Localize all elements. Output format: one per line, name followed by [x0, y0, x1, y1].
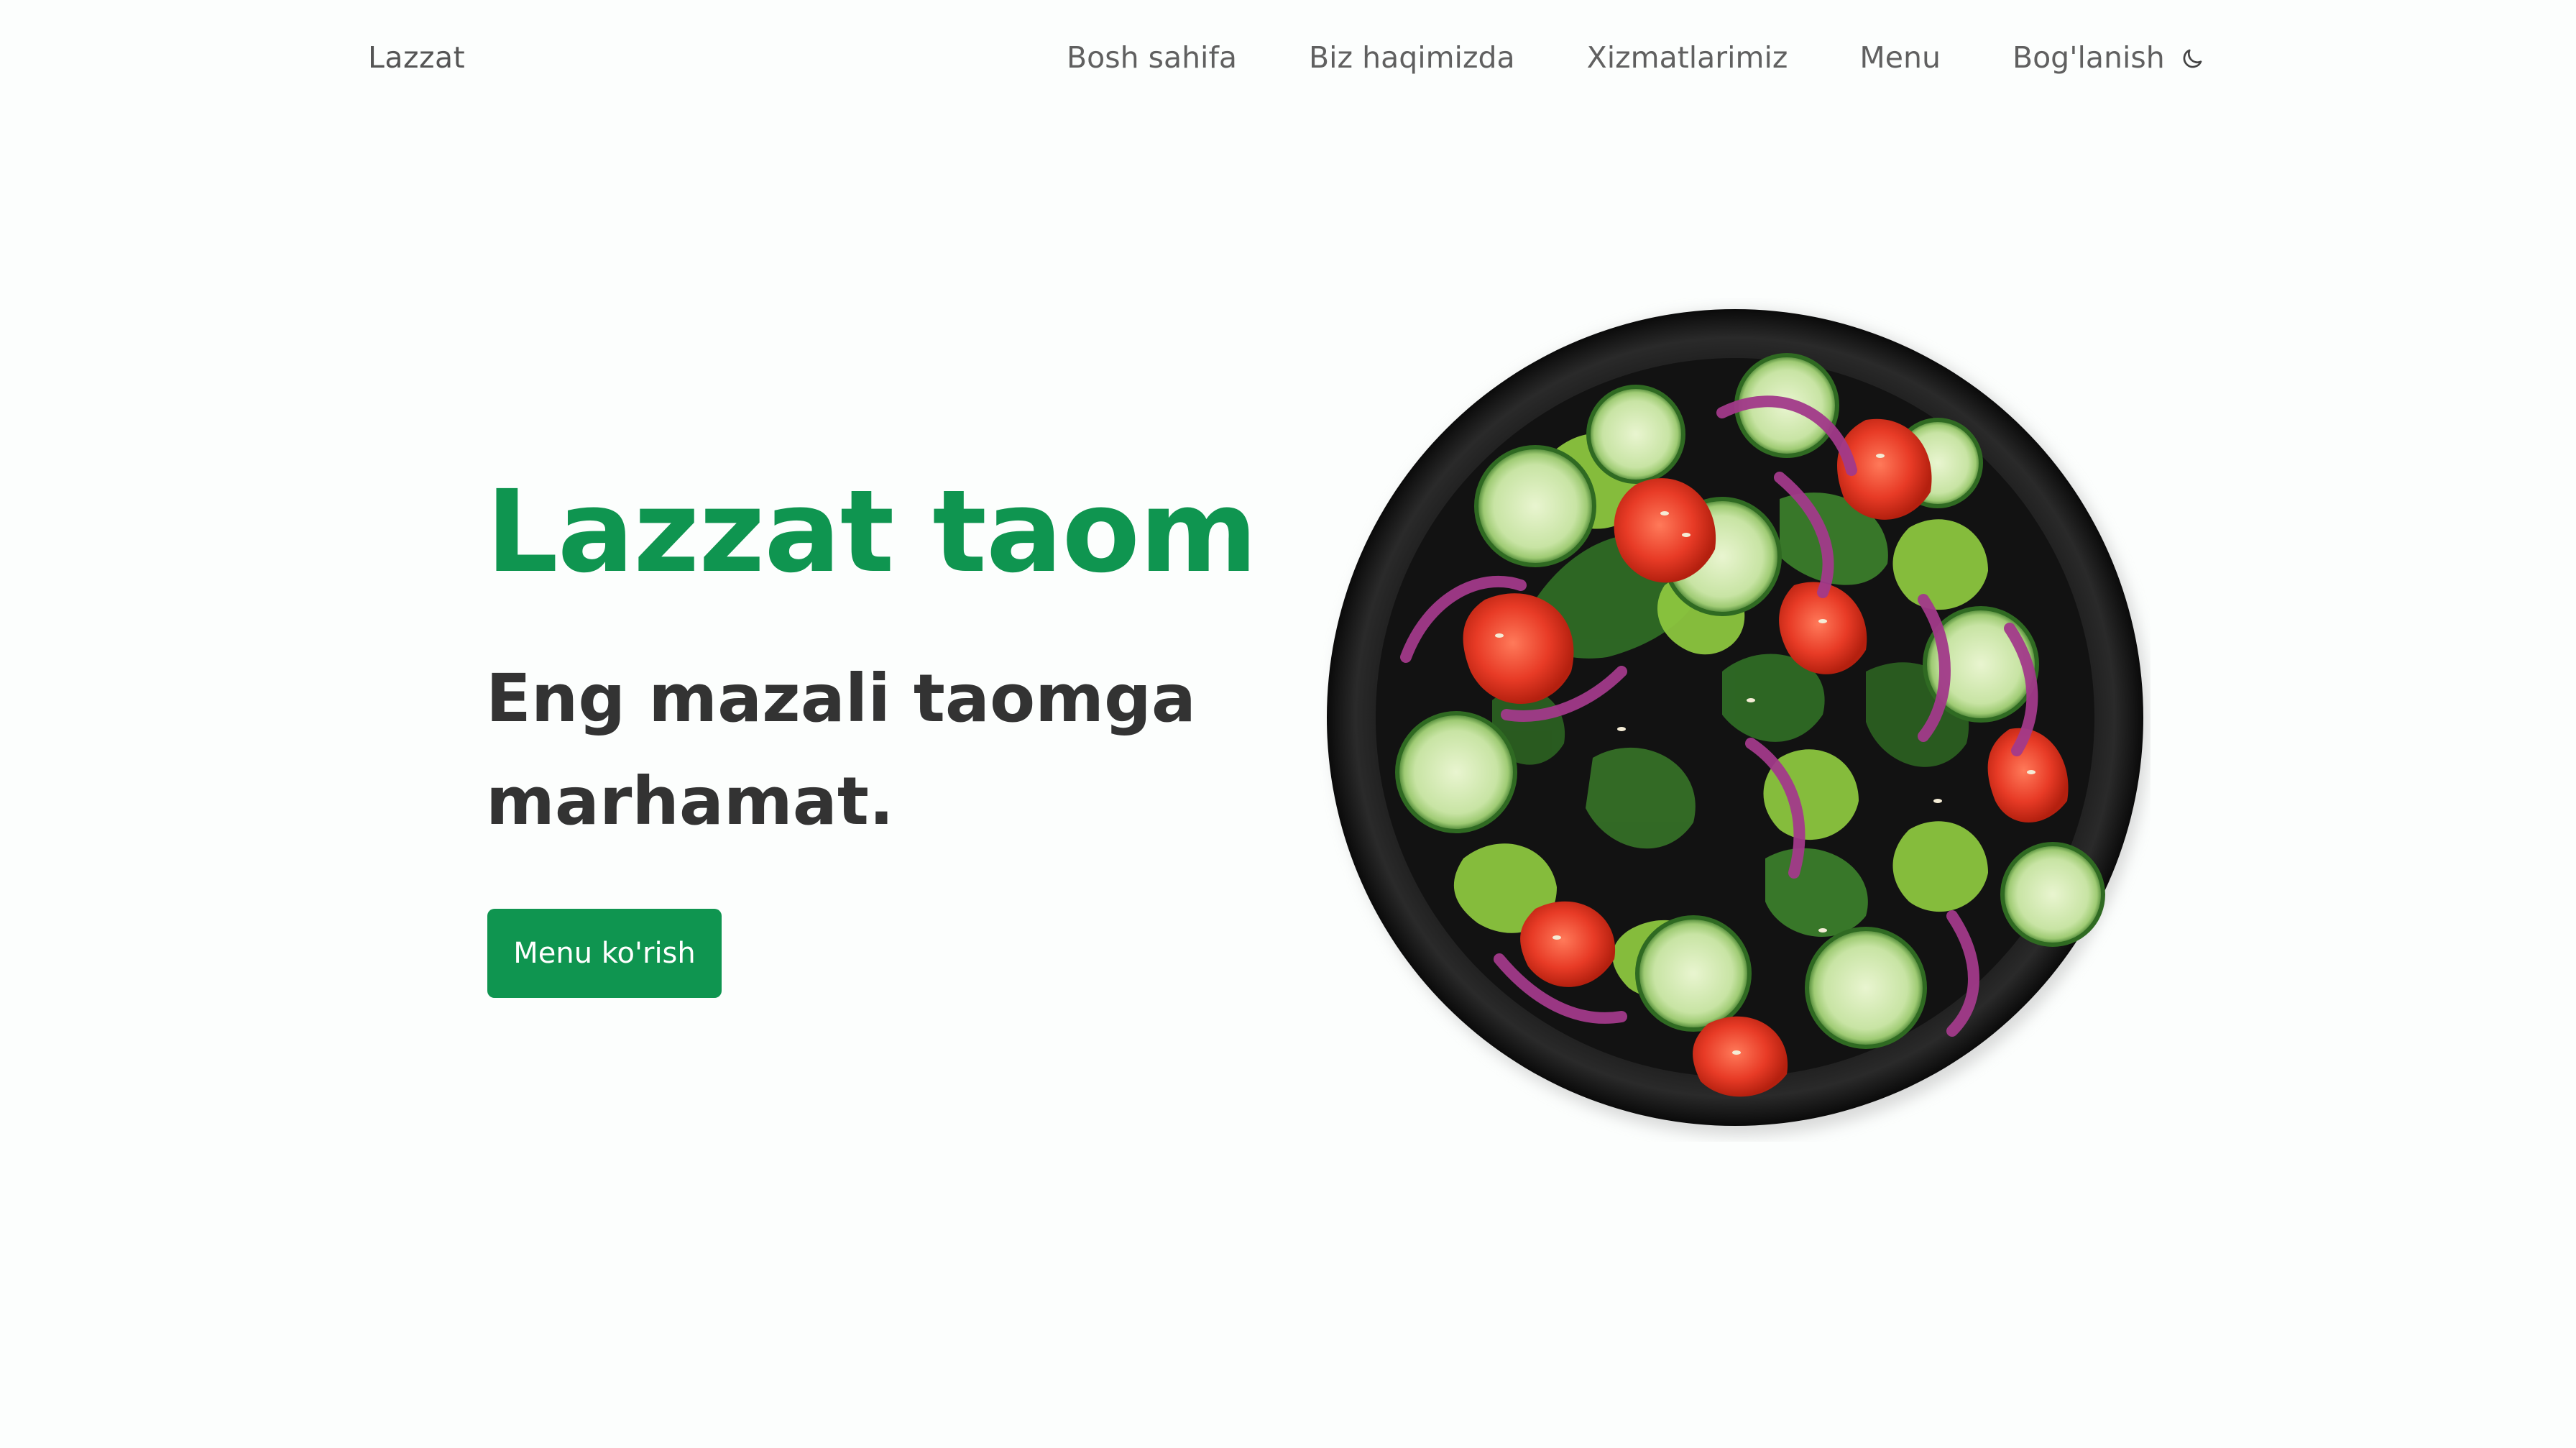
- moon-icon: [2183, 49, 2202, 68]
- hero-title: Lazzat taom: [486, 466, 1258, 598]
- site-header: Lazzat Bosh sahifa Biz haqimizda Xizmatl…: [0, 0, 2576, 124]
- menu-view-button[interactable]: Menu ko'rish: [487, 909, 722, 998]
- theme-toggle-button[interactable]: [2178, 45, 2207, 73]
- nav-item-xizmatlarimiz[interactable]: Xizmatlarimiz: [1587, 40, 1788, 75]
- nav-item-bosh-sahifa[interactable]: Bosh sahifa: [1067, 40, 1237, 75]
- nav-item-menu[interactable]: Menu: [1859, 40, 1941, 75]
- page: Lazzat Bosh sahifa Biz haqimizda Xizmatl…: [0, 0, 2576, 1448]
- nav-item-boglanish[interactable]: Bog'lanish: [2012, 40, 2165, 75]
- hero-subtitle: Eng mazali taomga marhamat.: [486, 660, 1196, 840]
- salad-plate-image: [1320, 298, 2150, 1142]
- main-nav: Bosh sahifa Biz haqimizda Xizmatlarimiz …: [1067, 40, 2165, 75]
- brand-logo-text[interactable]: Lazzat: [368, 40, 465, 75]
- nav-item-biz-haqimizda[interactable]: Biz haqimizda: [1309, 40, 1515, 75]
